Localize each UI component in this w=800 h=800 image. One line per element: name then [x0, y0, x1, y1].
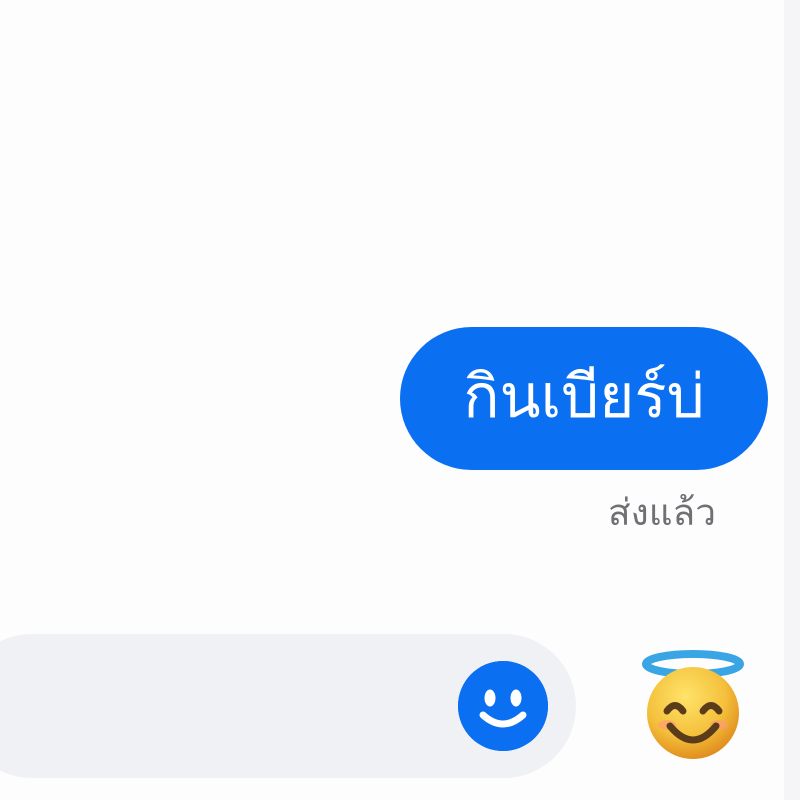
message-composer[interactable] [0, 634, 576, 780]
outgoing-message-bubble[interactable]: กินเบียร์บ่ [400, 327, 768, 470]
messenger-chat-screen: กินเบียร์บ่ ส่งแล้ว [0, 0, 800, 800]
right-edge-shadow [784, 0, 800, 800]
message-input[interactable] [0, 634, 404, 780]
smiling-face-with-halo-icon [642, 650, 744, 759]
smiley-face-icon [458, 661, 548, 751]
message-status: ส่งแล้ว [608, 491, 716, 534]
emoji-picker-button[interactable] [458, 661, 548, 751]
quick-reaction-button[interactable] [636, 650, 750, 762]
message-text: กินเบียร์บ่ [463, 361, 705, 432]
